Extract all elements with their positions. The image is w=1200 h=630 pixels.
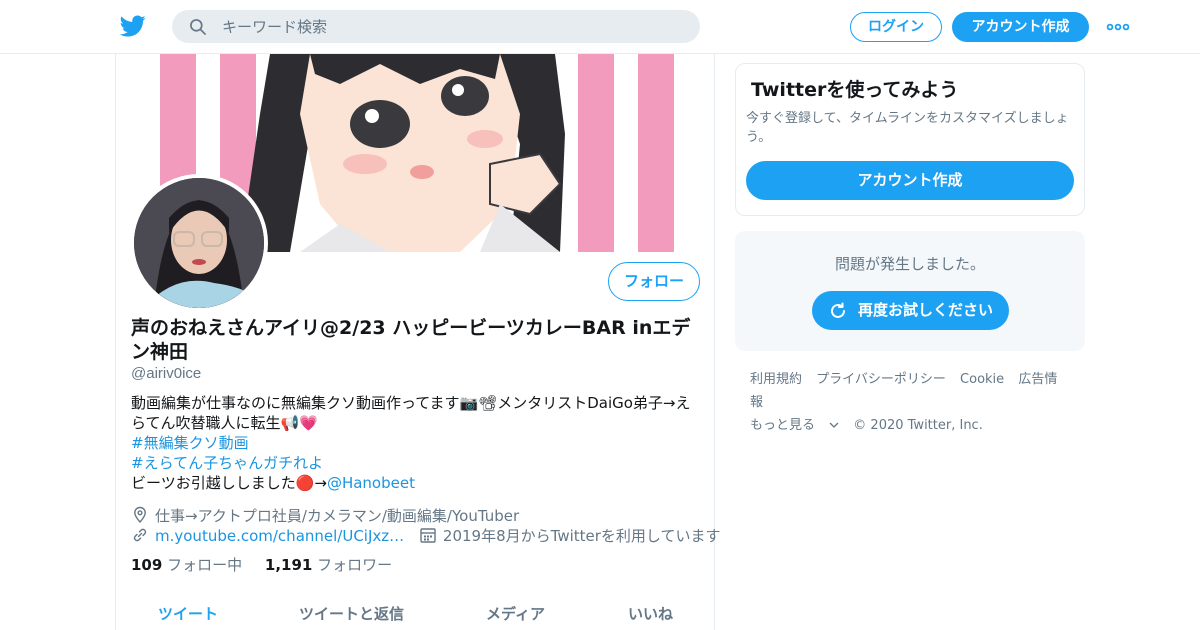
error-message: 問題が発生しました。	[834, 255, 985, 273]
footer-more-link[interactable]: もっと見る	[750, 418, 839, 433]
signup-button[interactable]: アカウント作成	[952, 12, 1089, 42]
signup-card-title: Twitterを使ってみよう	[751, 79, 959, 101]
tab-likes[interactable]: いいね	[628, 603, 673, 624]
bio-text: ビーツお引越ししました🔴→	[131, 474, 327, 492]
tab-media[interactable]: メディア	[486, 603, 545, 624]
follow-button[interactable]: フォロー	[608, 262, 700, 301]
profile-location: 仕事→アクトプロ社員/カメラマン/動画編集/YouTuber	[131, 505, 701, 526]
signup-card: Twitterを使ってみよう 今すぐ登録して、タイムラインをカスタマイズしましょ…	[735, 63, 1085, 216]
search-box[interactable]	[172, 10, 700, 43]
create-account-button[interactable]: アカウント作成	[746, 161, 1074, 200]
followers-stat[interactable]: 1,191 フォロワー	[265, 556, 392, 574]
chevron-down-icon	[829, 422, 839, 428]
joined-date: 2019年8月からTwitterを利用しています	[442, 527, 721, 545]
location-text: 仕事→アクトプロ社員/カメラマン/動画編集/YouTuber	[155, 507, 520, 525]
refresh-icon	[831, 302, 845, 318]
copyright: © 2020 Twitter, Inc.	[853, 418, 983, 433]
error-card: 問題が発生しました。 再度お試しください	[735, 231, 1085, 351]
calendar-icon	[420, 528, 436, 543]
profile-name: 声のおねえさんアイリ@2/23 ハッピービーツカレーBAR inエデン神田	[131, 317, 691, 363]
bio-hashtag-link[interactable]: #えらてん子ちゃんガチれよ	[131, 453, 701, 473]
profile-column: フォロー 声のおねえさんアイリ@2/23 ハッピービーツカレーBAR inエデン…	[115, 54, 720, 630]
search-icon	[190, 19, 206, 35]
search-input[interactable]	[222, 10, 682, 43]
footer-link-privacy[interactable]: プライバシーポリシー	[816, 372, 946, 387]
profile-url-and-joined: m.youtube.com/channel/UCiJxz… 2019年8月からT…	[131, 525, 720, 546]
link-icon	[133, 528, 147, 542]
profile-avatar[interactable]	[130, 174, 268, 312]
bio-text: 動画編集が仕事なのに無編集クソ動画作ってます📷📽メンタリストDaiGo弟子→えら…	[131, 394, 691, 432]
tab-tweets-and-replies[interactable]: ツイートと返信	[299, 603, 404, 624]
avatar-photo	[134, 178, 264, 308]
footer-link-terms[interactable]: 利用規約	[750, 372, 802, 387]
tab-tweets[interactable]: ツイート	[158, 603, 218, 624]
profile-handle: @airiv0ice	[131, 365, 202, 382]
bio-mention-link[interactable]: @Hanobeet	[327, 474, 415, 492]
login-button[interactable]: ログイン	[850, 12, 942, 42]
footer-link-cookie[interactable]: Cookie	[960, 372, 1004, 387]
top-bar: ログイン アカウント作成	[0, 0, 1200, 54]
more-options-icon[interactable]	[1106, 18, 1130, 36]
retry-button[interactable]: 再度お試しください	[812, 291, 1009, 330]
profile-tabs: ツイート ツイートと返信 メディア いいね	[116, 592, 714, 630]
follow-counts: 109 フォロー中 1,191 フォロワー	[131, 554, 392, 575]
location-pin-icon	[134, 506, 146, 524]
footer-links: 利用規約 プライバシーポリシー Cookie 広告情報 もっと見る © 2020…	[750, 368, 1080, 437]
signup-card-text: 今すぐ登録して、タイムラインをカスタマイズしましょう。	[746, 111, 1069, 145]
following-stat[interactable]: 109 フォロー中	[131, 556, 242, 574]
profile-url-link[interactable]: m.youtube.com/channel/UCiJxz…	[155, 527, 404, 545]
bio-hashtag-link[interactable]: #無編集クソ動画	[131, 433, 701, 453]
profile-bio: 動画編集が仕事なのに無編集クソ動画作ってます📷📽メンタリストDaiGo弟子→えら…	[131, 393, 701, 493]
twitter-bird-icon[interactable]	[120, 13, 146, 39]
retry-label: 再度お試しください	[858, 301, 994, 319]
